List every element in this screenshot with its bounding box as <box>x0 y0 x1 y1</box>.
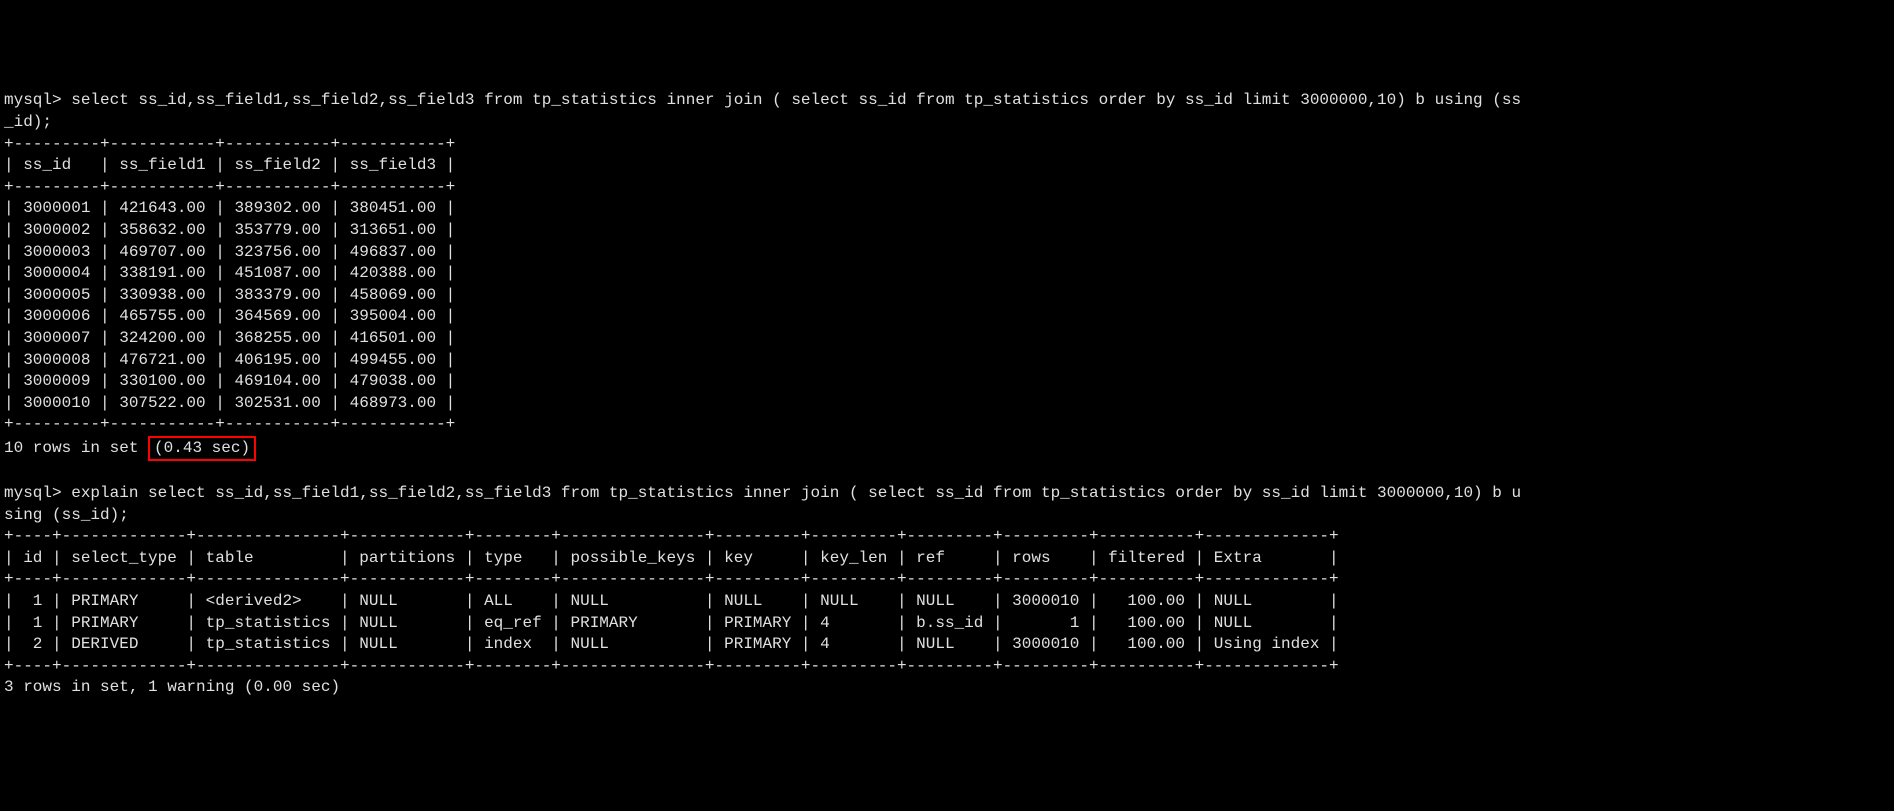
table1-row: | 3000002 | 358632.00 | 353779.00 | 3136… <box>4 221 455 239</box>
table1-header: | ss_id | ss_field1 | ss_field2 | ss_fie… <box>4 156 455 174</box>
result1-timing-highlight: (0.43 sec) <box>148 436 256 462</box>
table1-border-bottom: +---------+-----------+-----------+-----… <box>4 415 455 433</box>
mysql-prompt-query1-line2: _id); <box>4 113 52 131</box>
table2-header: | id | select_type | table | partitions … <box>4 549 1339 567</box>
table1-row: | 3000005 | 330938.00 | 383379.00 | 4580… <box>4 286 455 304</box>
table1-row: | 3000004 | 338191.00 | 451087.00 | 4203… <box>4 264 455 282</box>
table1-row: | 3000010 | 307522.00 | 302531.00 | 4689… <box>4 394 455 412</box>
table2-row: | 2 | DERIVED | tp_statistics | NULL | i… <box>4 635 1339 653</box>
table2-row: | 1 | PRIMARY | <derived2> | NULL | ALL … <box>4 592 1339 610</box>
table2-border-bottom: +----+-------------+---------------+----… <box>4 657 1339 675</box>
table1-row: | 3000008 | 476721.00 | 406195.00 | 4994… <box>4 351 455 369</box>
mysql-prompt-query2-line2: sing (ss_id); <box>4 506 129 524</box>
table1-row: | 3000003 | 469707.00 | 323756.00 | 4968… <box>4 243 455 261</box>
table1-row: | 3000007 | 324200.00 | 368255.00 | 4165… <box>4 329 455 347</box>
table1-row: | 3000009 | 330100.00 | 469104.00 | 4790… <box>4 372 455 390</box>
mysql-prompt-query2-line1: mysql> explain select ss_id,ss_field1,ss… <box>4 484 1521 502</box>
terminal-output: mysql> select ss_id,ss_field1,ss_field2,… <box>4 90 1890 699</box>
mysql-prompt-query1-line1: mysql> select ss_id,ss_field1,ss_field2,… <box>4 91 1521 109</box>
table1-border-top: +---------+-----------+-----------+-----… <box>4 135 455 153</box>
table2-border-top: +----+-------------+---------------+----… <box>4 527 1339 545</box>
table2-border-header: +----+-------------+---------------+----… <box>4 570 1339 588</box>
table1-row: | 3000006 | 465755.00 | 364569.00 | 3950… <box>4 307 455 325</box>
table1-border-header: +---------+-----------+-----------+-----… <box>4 178 455 196</box>
result2-text: 3 rows in set, 1 warning (0.00 sec) <box>4 678 340 696</box>
result1-prefix: 10 rows in set <box>4 439 148 457</box>
table2-row: | 1 | PRIMARY | tp_statistics | NULL | e… <box>4 614 1339 632</box>
table1-row: | 3000001 | 421643.00 | 389302.00 | 3804… <box>4 199 455 217</box>
